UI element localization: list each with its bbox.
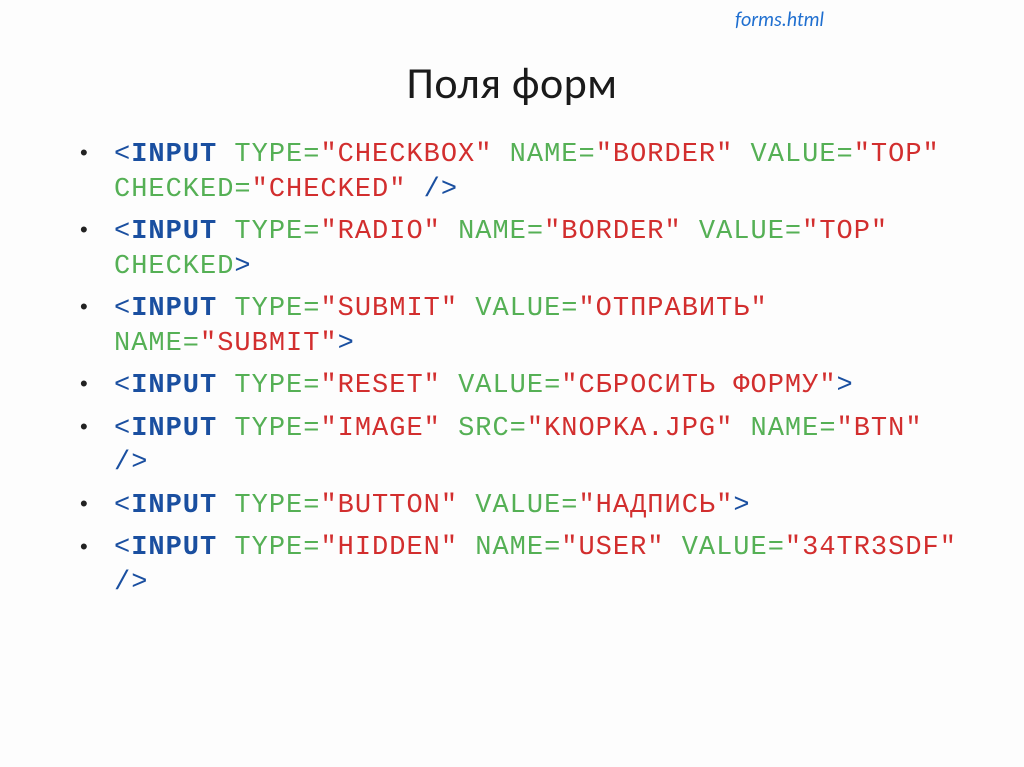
angle-open: <: [114, 140, 131, 170]
code-line: <INPUT TYPE="HIDDEN" NAME="USER" VALUE="…: [80, 531, 962, 600]
attr-value: "BORDER": [544, 217, 682, 247]
attr-value: "RESET": [320, 371, 440, 401]
angle-close: >: [733, 491, 750, 521]
angle-close: >: [338, 329, 355, 359]
tag-name: INPUT: [131, 217, 217, 247]
header-filename-link[interactable]: forms.html: [735, 8, 824, 32]
code-line: <INPUT TYPE="RADIO" NAME="BORDER" VALUE=…: [80, 215, 962, 284]
attr-name: TYPE=: [234, 414, 320, 444]
attr-value: "RADIO": [320, 217, 440, 247]
code-line: <INPUT TYPE="IMAGE" SRC="KNOPKA.JPG" NAM…: [80, 412, 962, 481]
tag-name: INPUT: [131, 414, 217, 444]
attr-name: TYPE=: [234, 217, 320, 247]
attr-value: "USER": [561, 533, 664, 563]
attr-value: "BUTTON": [320, 491, 458, 521]
attr-value: "SUBMIT": [320, 294, 458, 324]
attr-value: "СБРОСИТЬ ФОРМУ": [561, 371, 836, 401]
attr-name: CHECKED=: [114, 175, 252, 205]
attr-value: "IMAGE": [320, 414, 440, 444]
tag-name: INPUT: [131, 371, 217, 401]
angle-open: <: [114, 294, 131, 324]
tag-name: INPUT: [131, 140, 217, 170]
attr-value: "34TR3SDF": [785, 533, 957, 563]
attr-name: VALUE=: [475, 294, 578, 324]
attr-name: TYPE=: [234, 140, 320, 170]
attr-value: "SUBMIT": [200, 329, 338, 359]
code-line: <INPUT TYPE="RESET" VALUE="СБРОСИТЬ ФОРМ…: [80, 369, 962, 404]
attr-name: VALUE=: [682, 533, 785, 563]
attr-value: "BORDER": [596, 140, 734, 170]
angle-open: <: [114, 414, 131, 444]
attr-name: TYPE=: [234, 294, 320, 324]
page-title: Поля форм: [62, 56, 962, 110]
angle-open: <: [114, 217, 131, 247]
attr-value: "TOP": [802, 217, 888, 247]
attr-name: VALUE=: [699, 217, 802, 247]
attr-name: SRC=: [458, 414, 527, 444]
code-list: <INPUT TYPE="CHECKBOX" NAME="BORDER" VAL…: [62, 138, 962, 601]
attr-name: NAME=: [751, 414, 837, 444]
attr-value: "CHECKED": [252, 175, 407, 205]
attr-name: NAME=: [114, 329, 200, 359]
slide: forms.html Поля форм <INPUT TYPE="CHECKB…: [0, 0, 1024, 767]
attr-value: "ОТПРАВИТЬ": [578, 294, 767, 324]
angle-close: >: [234, 252, 251, 282]
attr-name: NAME=: [475, 533, 561, 563]
attr-value: "TOP": [854, 140, 940, 170]
attr-name: NAME=: [510, 140, 596, 170]
angle-close: >: [837, 371, 854, 401]
angle-close: />: [114, 568, 148, 598]
attr-name: NAME=: [458, 217, 544, 247]
attr-name: TYPE=: [234, 533, 320, 563]
tag-name: INPUT: [131, 533, 217, 563]
attr-name: VALUE=: [458, 371, 561, 401]
attr-value: "CHECKBOX": [320, 140, 492, 170]
code-line: <INPUT TYPE="CHECKBOX" NAME="BORDER" VAL…: [80, 138, 962, 207]
attr-name: TYPE=: [234, 491, 320, 521]
tag-name: INPUT: [131, 294, 217, 324]
angle-close: />: [114, 448, 148, 478]
attr-name: VALUE=: [751, 140, 854, 170]
code-line: <INPUT TYPE="SUBMIT" VALUE="ОТПРАВИТЬ" N…: [80, 292, 962, 361]
attr-value: "HIDDEN": [320, 533, 458, 563]
attr-value: "KNOPKA.JPG": [527, 414, 733, 444]
code-line: <INPUT TYPE="BUTTON" VALUE="НАДПИСЬ">: [80, 489, 962, 524]
angle-close: />: [424, 175, 458, 205]
angle-open: <: [114, 491, 131, 521]
attr-name: TYPE=: [234, 371, 320, 401]
tag-name: INPUT: [131, 491, 217, 521]
angle-open: <: [114, 533, 131, 563]
attr-bare: CHECKED: [114, 252, 234, 282]
attr-value: "НАДПИСЬ": [578, 491, 733, 521]
angle-open: <: [114, 371, 131, 401]
attr-name: VALUE=: [475, 491, 578, 521]
attr-value: "BTN": [837, 414, 923, 444]
